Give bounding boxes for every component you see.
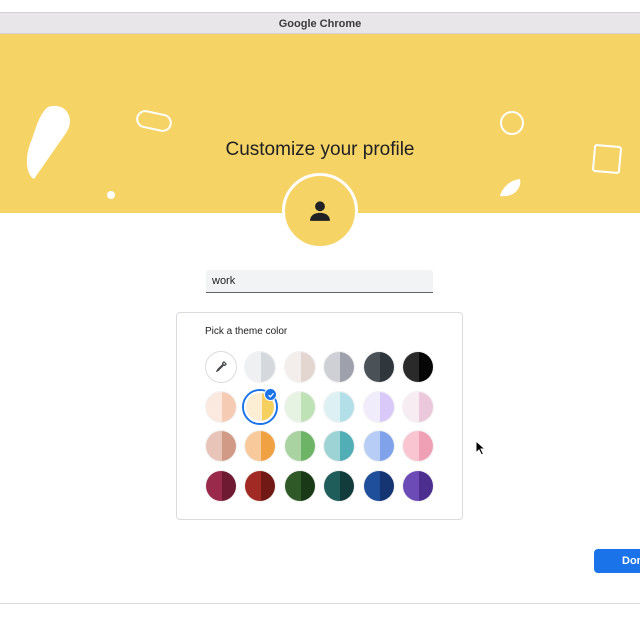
swatch-left-half <box>206 471 222 501</box>
person-icon <box>310 201 330 221</box>
ring-shape <box>500 111 524 135</box>
eyedropper-icon <box>216 361 227 372</box>
custom-color-picker-button[interactable] <box>205 351 237 383</box>
profile-name-input[interactable] <box>206 270 433 293</box>
theme-swatch-navy[interactable] <box>363 470 395 502</box>
theme-swatch-rose[interactable] <box>205 430 237 462</box>
theme-swatch-beige-light[interactable] <box>284 351 316 383</box>
mouse-cursor-icon <box>475 440 487 456</box>
swatch-left-half <box>206 431 222 461</box>
theme-swatch-green-light[interactable] <box>284 391 316 423</box>
theme-swatch-red[interactable] <box>244 470 276 502</box>
theme-swatch-grey-light[interactable] <box>244 351 276 383</box>
swatch-right-half <box>261 431 275 461</box>
swatch-left-half <box>285 471 301 501</box>
swatch-left-half <box>403 431 419 461</box>
page-title: Customize your profile <box>225 139 415 160</box>
swatch-right-half <box>301 471 315 501</box>
swatch-left-half <box>403 352 419 382</box>
theme-swatch-pink-light[interactable] <box>402 391 434 423</box>
theme-swatch-burgundy[interactable] <box>205 470 237 502</box>
swatch-left-half <box>364 431 380 461</box>
swatch-right-half <box>301 352 315 382</box>
theme-swatch-grey[interactable] <box>323 351 355 383</box>
swatch-right-half <box>261 352 275 382</box>
swatch-left-half <box>206 392 222 422</box>
theme-swatch-purple[interactable] <box>402 470 434 502</box>
theme-swatch-green[interactable] <box>284 430 316 462</box>
swatch-left-half <box>324 431 340 461</box>
swatch-left-half <box>324 471 340 501</box>
swatch-right-half <box>222 471 236 501</box>
theme-swatch-dark-teal[interactable] <box>323 470 355 502</box>
swatch-left-half <box>364 471 380 501</box>
swatch-right-half <box>340 471 354 501</box>
theme-swatch-teal[interactable] <box>323 430 355 462</box>
swatch-right-half <box>419 352 433 382</box>
swatch-right-half <box>380 392 394 422</box>
window-title: Google Chrome <box>278 18 362 30</box>
theme-swatch-black[interactable] <box>402 351 434 383</box>
swatch-right-half <box>419 471 433 501</box>
theme-swatch-cyan-light[interactable] <box>323 391 355 423</box>
swatch-right-half <box>301 392 315 422</box>
window-bottom-border <box>0 603 640 604</box>
profile-avatar[interactable] <box>282 173 358 249</box>
window-titlebar: Google Chrome <box>0 12 640 34</box>
swatch-left-half <box>285 431 301 461</box>
swatch-left-half <box>324 352 340 382</box>
swatch-left-half <box>403 471 419 501</box>
theme-color-panel: Pick a theme color <box>176 312 463 520</box>
swatch-left-half <box>245 352 261 382</box>
swatch-right-half <box>340 352 354 382</box>
swatch-right-half <box>380 431 394 461</box>
swatch-left-half <box>324 392 340 422</box>
swatch-right-half <box>340 431 354 461</box>
done-button[interactable]: Done <box>594 549 640 573</box>
swatch-right-half <box>340 392 354 422</box>
swatch-right-half <box>301 431 315 461</box>
theme-swatch-forest[interactable] <box>284 470 316 502</box>
swatch-right-half <box>380 471 394 501</box>
selected-check-icon <box>264 388 277 401</box>
theme-swatch-charcoal[interactable] <box>363 351 395 383</box>
swatch-right-half <box>419 392 433 422</box>
swatch-left-half <box>285 352 301 382</box>
swatch-left-half <box>245 431 261 461</box>
dot-shape <box>107 191 115 199</box>
theme-swatch-orange[interactable] <box>244 430 276 462</box>
theme-color-label: Pick a theme color <box>205 326 288 337</box>
theme-swatch-blue[interactable] <box>363 430 395 462</box>
swatch-left-half <box>403 392 419 422</box>
swatch-right-half <box>222 392 236 422</box>
swatch-right-half <box>261 471 275 501</box>
leaf-shape <box>500 179 521 197</box>
theme-swatch-pink[interactable] <box>402 430 434 462</box>
swatch-left-half <box>364 392 380 422</box>
pill-shape <box>136 110 172 132</box>
theme-swatch-peach-light[interactable] <box>205 391 237 423</box>
swatch-right-half <box>222 431 236 461</box>
swatch-right-half <box>419 431 433 461</box>
swatch-right-half <box>380 352 394 382</box>
swatch-left-half <box>364 352 380 382</box>
swatch-left-half <box>246 393 262 421</box>
theme-swatch-lavender-light[interactable] <box>363 391 395 423</box>
swatch-left-half <box>245 471 261 501</box>
swatch-left-half <box>285 392 301 422</box>
